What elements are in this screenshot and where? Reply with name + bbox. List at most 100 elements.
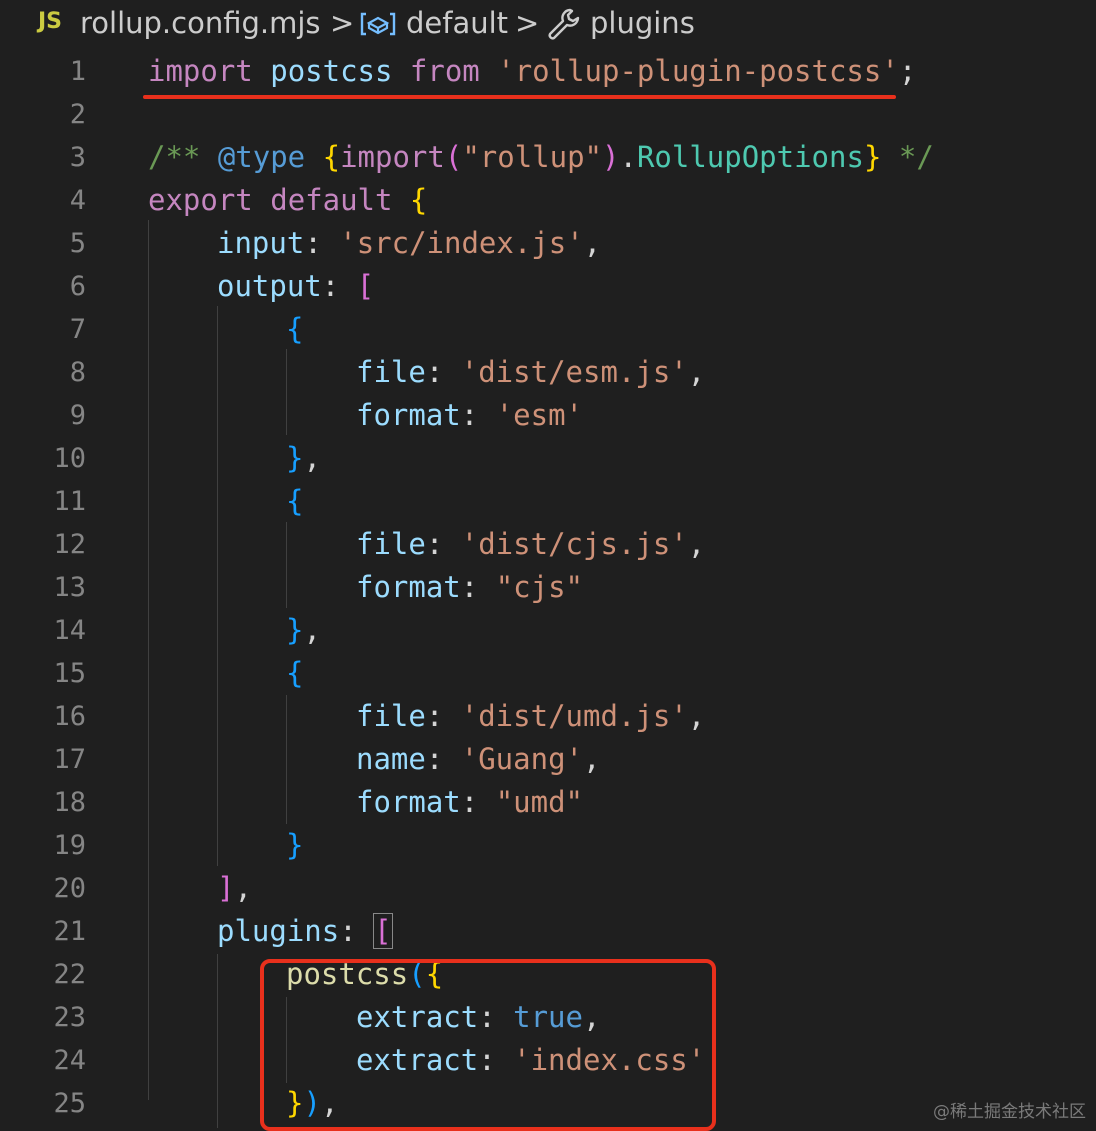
breadcrumb-symbol-default[interactable]: default (406, 6, 508, 40)
punctuation-token: : (460, 785, 496, 819)
watermark: @稀土掘金技术社区 (933, 1102, 1086, 1122)
brace-token: { (286, 312, 304, 346)
string-token: "rollup" (462, 140, 603, 174)
identifier-token: postcss (270, 54, 393, 88)
line-number: 1 (69, 56, 86, 87)
code-text: import postcss from 'rollup-plugin-postc… (148, 50, 916, 93)
code-line[interactable]: 8 file: 'dist/esm.js', (0, 351, 1096, 394)
code-line[interactable]: 14 }, (0, 609, 1096, 652)
comment-token: */ (881, 140, 934, 174)
property-token: format (356, 570, 461, 604)
annotation-underline (143, 95, 896, 99)
code-line[interactable]: 21 plugins: [ (0, 910, 1096, 953)
code-text: } (286, 824, 303, 867)
line-number: 7 (69, 314, 86, 345)
punctuation-token: : (425, 527, 461, 561)
code-line[interactable]: 5 input: 'src/index.js', (0, 222, 1096, 265)
code-text: { (286, 308, 303, 351)
brace-token: { (286, 484, 304, 518)
line-number: 24 (53, 1045, 86, 1076)
keyword-token: import (340, 140, 445, 174)
comment-token (305, 140, 322, 174)
string-token: "umd" (495, 785, 583, 819)
code-line[interactable]: 1 import postcss from 'rollup-plugin-pos… (0, 50, 1096, 93)
code-text: file: 'dist/cjs.js', (356, 523, 705, 566)
string-token: 'esm' (495, 398, 583, 432)
property-token: file (356, 699, 426, 733)
code-line[interactable]: 4 export default { (0, 179, 1096, 222)
code-line[interactable]: 16 file: 'dist/umd.js', (0, 695, 1096, 738)
punctuation-token: : (304, 226, 340, 260)
line-number: 3 (69, 142, 86, 173)
punctuation-token: : (425, 742, 461, 776)
property-token: name (356, 742, 426, 776)
code-text: { (286, 480, 303, 523)
punctuation-token: : (460, 398, 496, 432)
keyword-token: export (148, 183, 253, 217)
string-token: 'src/index.js' (339, 226, 584, 260)
code-line[interactable]: 2 (0, 93, 1096, 136)
code-line[interactable]: 17 name: 'Guang', (0, 738, 1096, 781)
paren-token: ( (444, 140, 463, 174)
line-number: 19 (53, 830, 86, 861)
code-line[interactable]: 3 /** @type {import("rollup").RollupOpti… (0, 136, 1096, 179)
string-token: 'dist/esm.js' (460, 355, 688, 389)
code-line[interactable]: 19 } (0, 824, 1096, 867)
code-line[interactable]: 7 { (0, 308, 1096, 351)
code-text: }, (286, 437, 321, 480)
line-number: 2 (69, 99, 86, 130)
property-token: file (356, 527, 426, 561)
brace-token: { (322, 140, 341, 174)
string-token: "cjs" (495, 570, 583, 604)
property-token: format (356, 398, 461, 432)
code-line[interactable]: 12 file: 'dist/cjs.js', (0, 523, 1096, 566)
string-token: 'dist/cjs.js' (460, 527, 688, 561)
line-number: 6 (69, 271, 86, 302)
bracket-token: [ (356, 269, 375, 303)
code-text: input: 'src/index.js', (217, 222, 601, 265)
bracket-token: [ (373, 913, 393, 949)
code-text: export default { (148, 179, 427, 222)
paren-token: ) (602, 140, 620, 174)
line-number: 10 (53, 443, 86, 474)
keyword-token: import (148, 54, 253, 88)
code-text: format: "umd" (356, 781, 583, 824)
code-line[interactable]: 18 format: "umd" (0, 781, 1096, 824)
property-token: input (217, 226, 305, 260)
line-number: 22 (53, 959, 86, 990)
code-line[interactable]: 10 }, (0, 437, 1096, 480)
code-line[interactable]: 20 ], (0, 867, 1096, 910)
code-line[interactable]: 13 format: "cjs" (0, 566, 1096, 609)
brace-token: } (286, 441, 304, 475)
punctuation-token: : (321, 269, 357, 303)
punctuation-token: , (687, 355, 706, 389)
code-text: /** @type {import("rollup").RollupOption… (148, 136, 934, 179)
bracket-token: ] (217, 871, 235, 905)
line-number: 15 (53, 658, 86, 689)
line-number: 8 (69, 357, 86, 388)
annotation-box (260, 959, 716, 1131)
punctuation-token: : (339, 914, 375, 948)
code-text: file: 'dist/esm.js', (356, 351, 705, 394)
code-line[interactable]: 11 { (0, 480, 1096, 523)
code-text: ], (217, 867, 252, 910)
code-text: format: "cjs" (356, 566, 583, 609)
punctuation-token: , (303, 441, 321, 475)
punctuation-token: , (582, 742, 601, 776)
keyword-token: from (409, 54, 480, 88)
code-line[interactable]: 15 { (0, 652, 1096, 695)
breadcrumb-symbol-plugins[interactable]: plugins (590, 6, 695, 40)
javascript-file-icon: JS (38, 9, 63, 34)
line-number: 25 (53, 1088, 86, 1119)
string-token: 'rollup-plugin-postcss' (497, 54, 899, 88)
line-number: 16 (53, 701, 86, 732)
code-line[interactable]: 6 output: [ (0, 265, 1096, 308)
breadcrumb-file-name[interactable]: rollup.config.mjs (80, 6, 321, 40)
code-line[interactable]: 9 format: 'esm' (0, 394, 1096, 437)
chevron-right-icon: > (330, 6, 355, 40)
breadcrumb: JS rollup.config.mjs > default > plugins (0, 0, 1096, 48)
line-number: 17 (53, 744, 86, 775)
